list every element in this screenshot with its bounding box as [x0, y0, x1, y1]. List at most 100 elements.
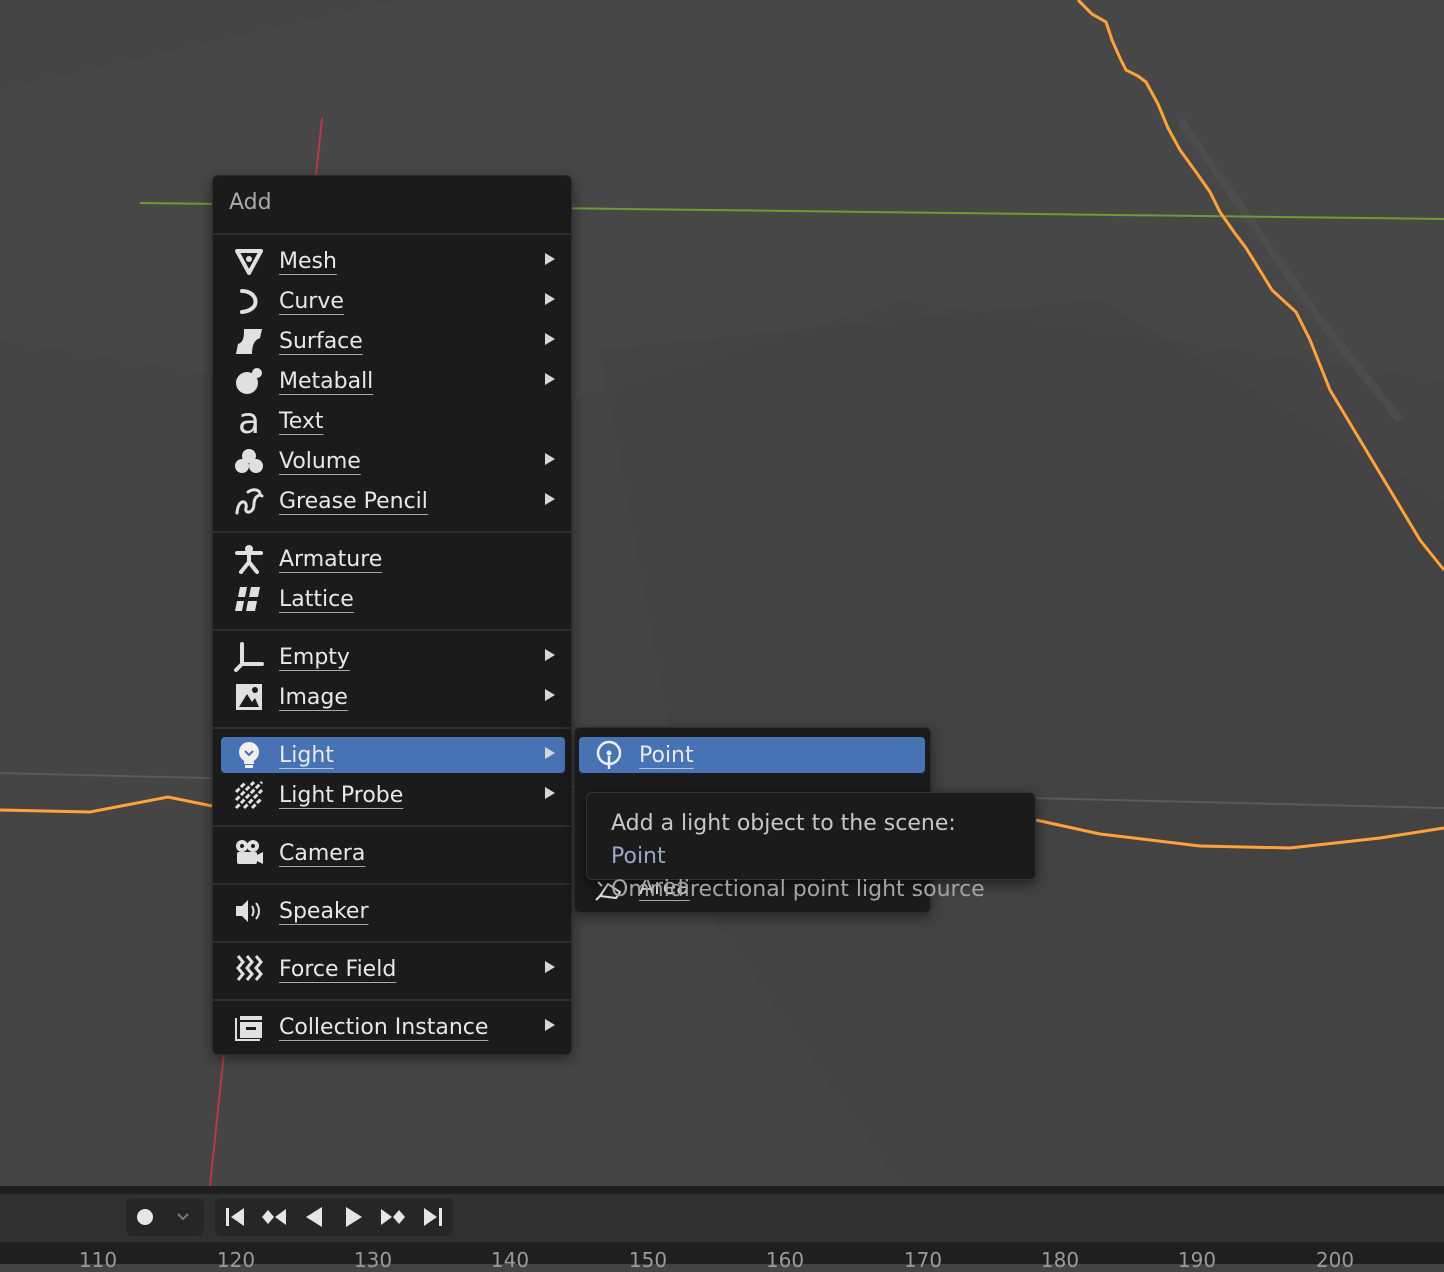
menu-item-label: Surface [279, 328, 363, 354]
frame-tick: 180 [1040, 1248, 1080, 1272]
auto-keying-button[interactable] [126, 1198, 164, 1236]
tooltip-description: Omnidirectional point light source [611, 877, 985, 902]
menu-item-volume[interactable]: Volume [221, 443, 565, 479]
menu-item-label: Light [279, 742, 334, 768]
submenu-arrow-icon [545, 787, 555, 799]
menu-item-label: Volume [279, 448, 361, 474]
menu-item-mesh[interactable]: Mesh [221, 243, 565, 279]
frame-tick: 200 [1315, 1248, 1355, 1272]
menu-item-image[interactable]: Image [221, 679, 565, 715]
jump-to-end-button[interactable] [414, 1198, 452, 1236]
lattice-icon [233, 583, 265, 615]
surface-icon [233, 325, 265, 357]
frame-ruler[interactable]: 110 120 130 140 150 160 170 180 190 200 [0, 1242, 1444, 1272]
menu-item-collection-instance[interactable]: Collection Instance [221, 1009, 565, 1045]
frame-tick: 140 [490, 1248, 530, 1272]
menu-item-force-field[interactable]: Force Field [221, 951, 565, 987]
menu-separator [213, 727, 571, 729]
empty-icon [233, 641, 265, 673]
play-reverse-button[interactable] [295, 1198, 333, 1236]
frame-tick: 160 [765, 1248, 805, 1272]
force-field-icon [233, 953, 265, 985]
submenu-arrow-icon [545, 293, 555, 305]
menu-item-label: Empty [279, 644, 350, 670]
tooltip-prefix: Add a light object to the scene: [611, 811, 956, 836]
submenu-arrow-icon [545, 373, 555, 385]
menu-item-grease-pencil[interactable]: Grease Pencil [221, 483, 565, 519]
frame-tick: 150 [628, 1248, 668, 1272]
grease-pencil-icon [233, 485, 265, 517]
jump-to-next-keyframe-button[interactable] [374, 1198, 412, 1236]
menu-item-text[interactable]: a Text [221, 403, 565, 439]
submenu-item-label: Point [639, 742, 694, 768]
menu-item-label: Speaker [279, 898, 369, 924]
menu-item-label: Text [279, 408, 324, 434]
menu-item-light[interactable]: Light [221, 737, 565, 773]
menu-separator [213, 531, 571, 533]
jump-to-start-button[interactable] [216, 1198, 254, 1236]
curve-icon [233, 285, 265, 317]
menu-item-metaball[interactable]: Metaball [221, 363, 565, 399]
frame-tick: 130 [353, 1248, 393, 1272]
menu-separator [213, 825, 571, 827]
play-reverse-icon [306, 1207, 323, 1227]
menu-separator [213, 629, 571, 631]
frame-tick: 110 [78, 1248, 118, 1272]
menu-item-armature[interactable]: Armature [221, 541, 565, 577]
submenu-item-point[interactable]: Point [579, 737, 925, 773]
menu-item-light-probe[interactable]: Light Probe [221, 777, 565, 813]
menu-item-empty[interactable]: Empty [221, 639, 565, 675]
light-probe-icon [233, 779, 265, 811]
jump-start-icon [225, 1208, 244, 1226]
submenu-arrow-icon [545, 649, 555, 661]
mesh-icon [233, 245, 265, 277]
submenu-arrow-icon [545, 961, 555, 973]
menu-item-lattice[interactable]: Lattice [221, 581, 565, 617]
jump-to-previous-keyframe-button[interactable] [255, 1198, 293, 1236]
menu-item-camera[interactable]: Camera [221, 835, 565, 871]
record-icon [137, 1209, 153, 1225]
menu-item-surface[interactable]: Surface [221, 323, 565, 359]
camera-icon [233, 837, 265, 869]
chevron-down-icon [177, 1213, 189, 1221]
menu-title: Add [229, 190, 272, 215]
submenu-arrow-icon [545, 253, 555, 265]
menu-item-label: Light Probe [279, 782, 404, 808]
submenu-arrow-icon [545, 1019, 555, 1031]
menu-item-label: Lattice [279, 586, 354, 612]
next-keyframe-icon [381, 1209, 406, 1225]
play-icon [345, 1207, 362, 1227]
tooltip: Add a light object to the scene: Point O… [586, 792, 1036, 902]
frame-tick: 170 [903, 1248, 943, 1272]
playback-controls [215, 1198, 453, 1236]
armature-icon [233, 543, 265, 575]
play-button[interactable] [335, 1198, 373, 1236]
collection-icon [233, 1011, 265, 1043]
menu-item-label: Metaball [279, 368, 374, 394]
add-menu: Add Mesh Curve Surface Metaball a Text V… [212, 175, 572, 1055]
image-icon [233, 681, 265, 713]
frame-tick: 190 [1177, 1248, 1217, 1272]
menu-item-label: Camera [279, 840, 366, 866]
menu-item-label: Mesh [279, 248, 337, 274]
prev-keyframe-icon [262, 1209, 287, 1225]
menu-item-label: Collection Instance [279, 1014, 489, 1040]
jump-end-icon [424, 1208, 443, 1226]
tooltip-title: Add a light object to the scene: Point [611, 807, 1011, 873]
menu-separator [213, 233, 571, 235]
menu-item-label: Curve [279, 288, 344, 314]
keying-controls [126, 1198, 204, 1236]
text-icon: a [233, 405, 265, 437]
submenu-arrow-icon [545, 453, 555, 465]
submenu-arrow-icon [545, 333, 555, 345]
tooltip-value: Point [611, 844, 666, 869]
timeline-header-strip [0, 1186, 1444, 1194]
menu-item-speaker[interactable]: Speaker [221, 893, 565, 929]
volume-icon [233, 445, 265, 477]
menu-item-curve[interactable]: Curve [221, 283, 565, 319]
frame-tick: 120 [216, 1248, 256, 1272]
submenu-arrow-icon [545, 493, 555, 505]
submenu-arrow-icon [545, 747, 555, 759]
menu-item-label: Image [279, 684, 348, 710]
keying-dropdown-button[interactable] [164, 1198, 202, 1236]
